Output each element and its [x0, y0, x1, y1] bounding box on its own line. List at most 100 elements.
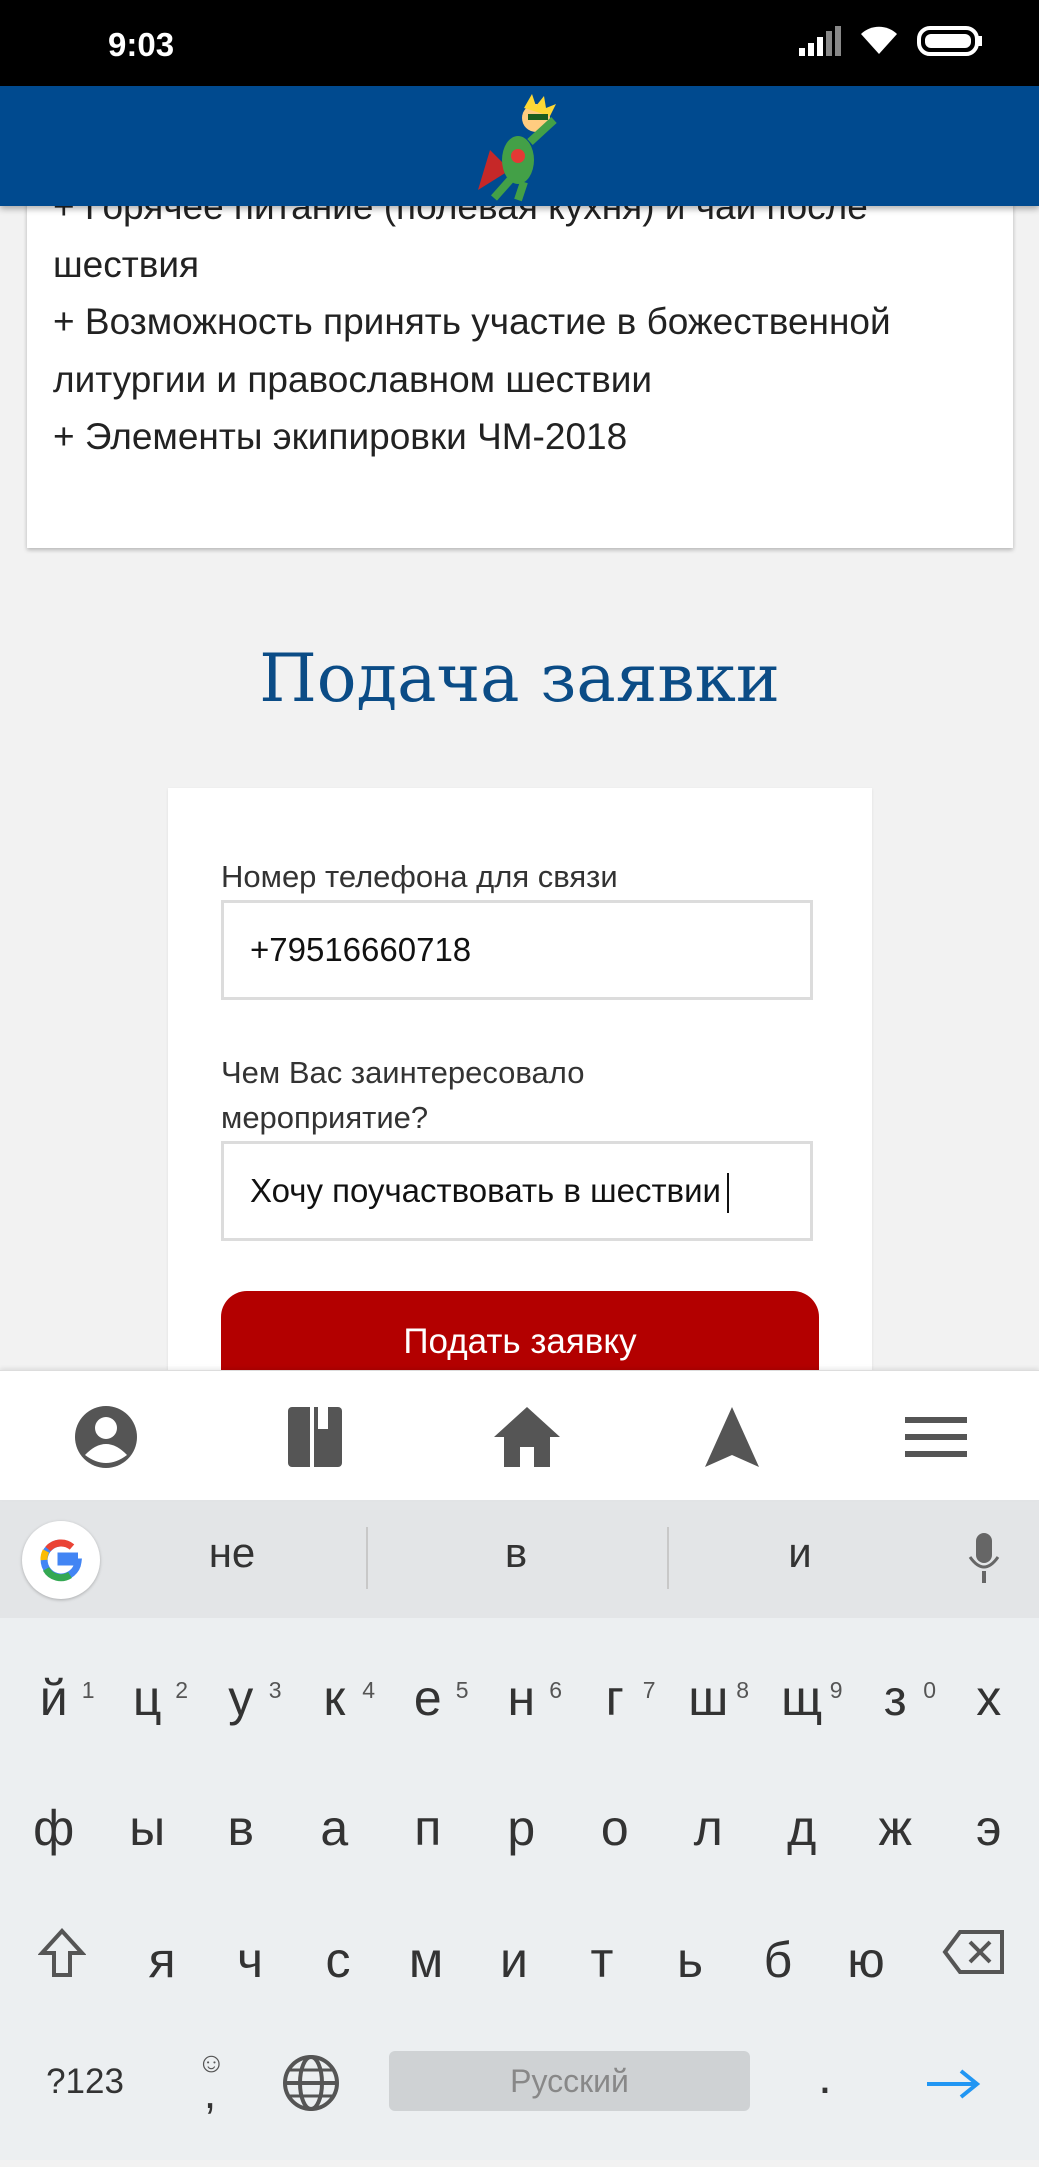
key-label: о [600, 1800, 629, 1856]
home-icon[interactable] [492, 1405, 562, 1469]
phone-label: Номер телефона для связи [221, 859, 618, 894]
key-label: г [605, 1670, 624, 1726]
backspace-icon[interactable] [942, 1929, 1006, 1975]
suggestion-item[interactable]: и [700, 1529, 900, 1577]
onscreen-keyboard: не в и й1ц2у3к4е5н6г7ш8щ9з0хфывапролджэя… [0, 1499, 1039, 2160]
key-label: ш [688, 1670, 729, 1726]
suggestion-divider [366, 1527, 368, 1589]
google-icon[interactable] [22, 1521, 100, 1599]
suggestion-item[interactable]: в [416, 1529, 616, 1577]
key-б[interactable]: б [734, 1931, 822, 2031]
key-и[interactable]: и [470, 1931, 558, 2031]
key-у[interactable]: у3 [194, 1669, 288, 1769]
key-label: к [323, 1670, 346, 1726]
application-form: Номер телефона для связи +79516660718 Че… [168, 788, 872, 1401]
suggestion-divider [667, 1527, 669, 1589]
site-header [0, 86, 1039, 206]
key-label: я [148, 1932, 176, 1988]
shift-icon[interactable] [38, 1927, 86, 1979]
key-label: б [763, 1932, 793, 1988]
key-label: ф [33, 1800, 75, 1856]
key-к[interactable]: к4 [288, 1669, 382, 1769]
key-з[interactable]: з0 [849, 1669, 943, 1769]
key-л[interactable]: л [662, 1799, 756, 1899]
key-г[interactable]: г7 [568, 1669, 662, 1769]
status-time: 9:03 [108, 26, 175, 63]
key-а[interactable]: а [288, 1799, 382, 1899]
key-label: ч [236, 1932, 264, 1988]
interest-input[interactable]: Хочу поучаствовать в шествии [221, 1141, 813, 1241]
key-й[interactable]: й1 [7, 1669, 101, 1769]
key-в[interactable]: в [194, 1799, 288, 1899]
battery-icon [917, 26, 982, 56]
key-label: с [325, 1932, 351, 1988]
benefit-line: + Элементы экипировки ЧМ-2018 [53, 416, 628, 457]
benefit-line: шествия [53, 243, 200, 285]
status-icons [799, 26, 983, 56]
key-label: ж [878, 1800, 912, 1856]
key-label: и [500, 1932, 528, 1988]
key-ю[interactable]: ю [822, 1931, 910, 2031]
key-label: в [227, 1800, 255, 1856]
suggestion-bar: не в и [0, 1499, 1039, 1618]
key-ь[interactable]: ь [646, 1931, 734, 2031]
key-о[interactable]: о [568, 1799, 662, 1899]
key-ф[interactable]: ф [7, 1799, 101, 1899]
key-number-hint: 8 [736, 1677, 749, 1703]
key-э[interactable]: э [942, 1799, 1036, 1899]
key-е[interactable]: е5 [381, 1669, 475, 1769]
symbols-key[interactable]: ?123 [30, 2062, 140, 2162]
key-label: з [883, 1670, 907, 1726]
navigation-icon[interactable] [697, 1405, 767, 1469]
profile-icon[interactable] [71, 1405, 141, 1469]
period-key[interactable]: . [805, 2047, 845, 2147]
key-х[interactable]: х [942, 1669, 1036, 1769]
key-д[interactable]: д [755, 1799, 849, 1899]
key-number-hint: 0 [923, 1677, 936, 1703]
key-ч[interactable]: ч [206, 1931, 294, 2031]
key-label: е [413, 1670, 442, 1726]
key-ш[interactable]: ш8 [662, 1669, 756, 1769]
key-ж[interactable]: ж [849, 1799, 943, 1899]
status-bar: 9:03 [0, 0, 1039, 86]
key-number-hint: 2 [175, 1677, 188, 1703]
suggestion-item[interactable]: не [132, 1529, 332, 1577]
key-label: м [408, 1932, 444, 1988]
key-м[interactable]: м [382, 1931, 470, 2031]
benefit-line: литургии и православном шествии [53, 358, 653, 400]
comma-key[interactable]: , [190, 2067, 230, 2167]
key-label: х [976, 1670, 1002, 1726]
globe-icon[interactable] [282, 2054, 340, 2112]
benefits-list: + Горячее питание (полевая кухня) и чай … [53, 178, 987, 466]
wifi-icon [861, 26, 897, 54]
key-щ[interactable]: щ9 [755, 1669, 849, 1769]
menu-icon[interactable] [901, 1405, 971, 1469]
key-label: п [414, 1800, 442, 1856]
key-label: э [975, 1800, 1002, 1856]
text-caret [726, 1173, 729, 1214]
bottom-navigation [0, 1370, 1039, 1500]
key-р[interactable]: р [475, 1799, 569, 1899]
key-т[interactable]: т [558, 1931, 646, 2031]
key-label: а [320, 1800, 349, 1856]
key-н[interactable]: н6 [475, 1669, 569, 1769]
phone-input[interactable]: +79516660718 [221, 900, 813, 1000]
interest-label: Чем Вас заинтересовало мероприятие? [221, 1050, 584, 1140]
key-label: ю [847, 1932, 885, 1988]
key-ц[interactable]: ц2 [101, 1669, 195, 1769]
key-ы[interactable]: ы [101, 1799, 195, 1899]
key-label: д [787, 1800, 817, 1856]
superhero-logo-icon[interactable] [470, 90, 570, 202]
key-number-hint: 3 [268, 1677, 282, 1703]
microphone-icon[interactable] [966, 1531, 1002, 1587]
key-label: у [228, 1670, 254, 1726]
key-с[interactable]: с [294, 1931, 382, 2031]
key-я[interactable]: я [118, 1931, 206, 2031]
key-number-hint: 4 [362, 1677, 375, 1703]
interest-label-line: мероприятие? [221, 1100, 429, 1135]
key-п[interactable]: п [381, 1799, 475, 1899]
space-key[interactable]: Русский [389, 2051, 750, 2111]
enter-arrow-icon[interactable] [925, 2067, 981, 2101]
application-title: Подача заявки [259, 640, 780, 717]
book-icon[interactable] [280, 1405, 350, 1469]
